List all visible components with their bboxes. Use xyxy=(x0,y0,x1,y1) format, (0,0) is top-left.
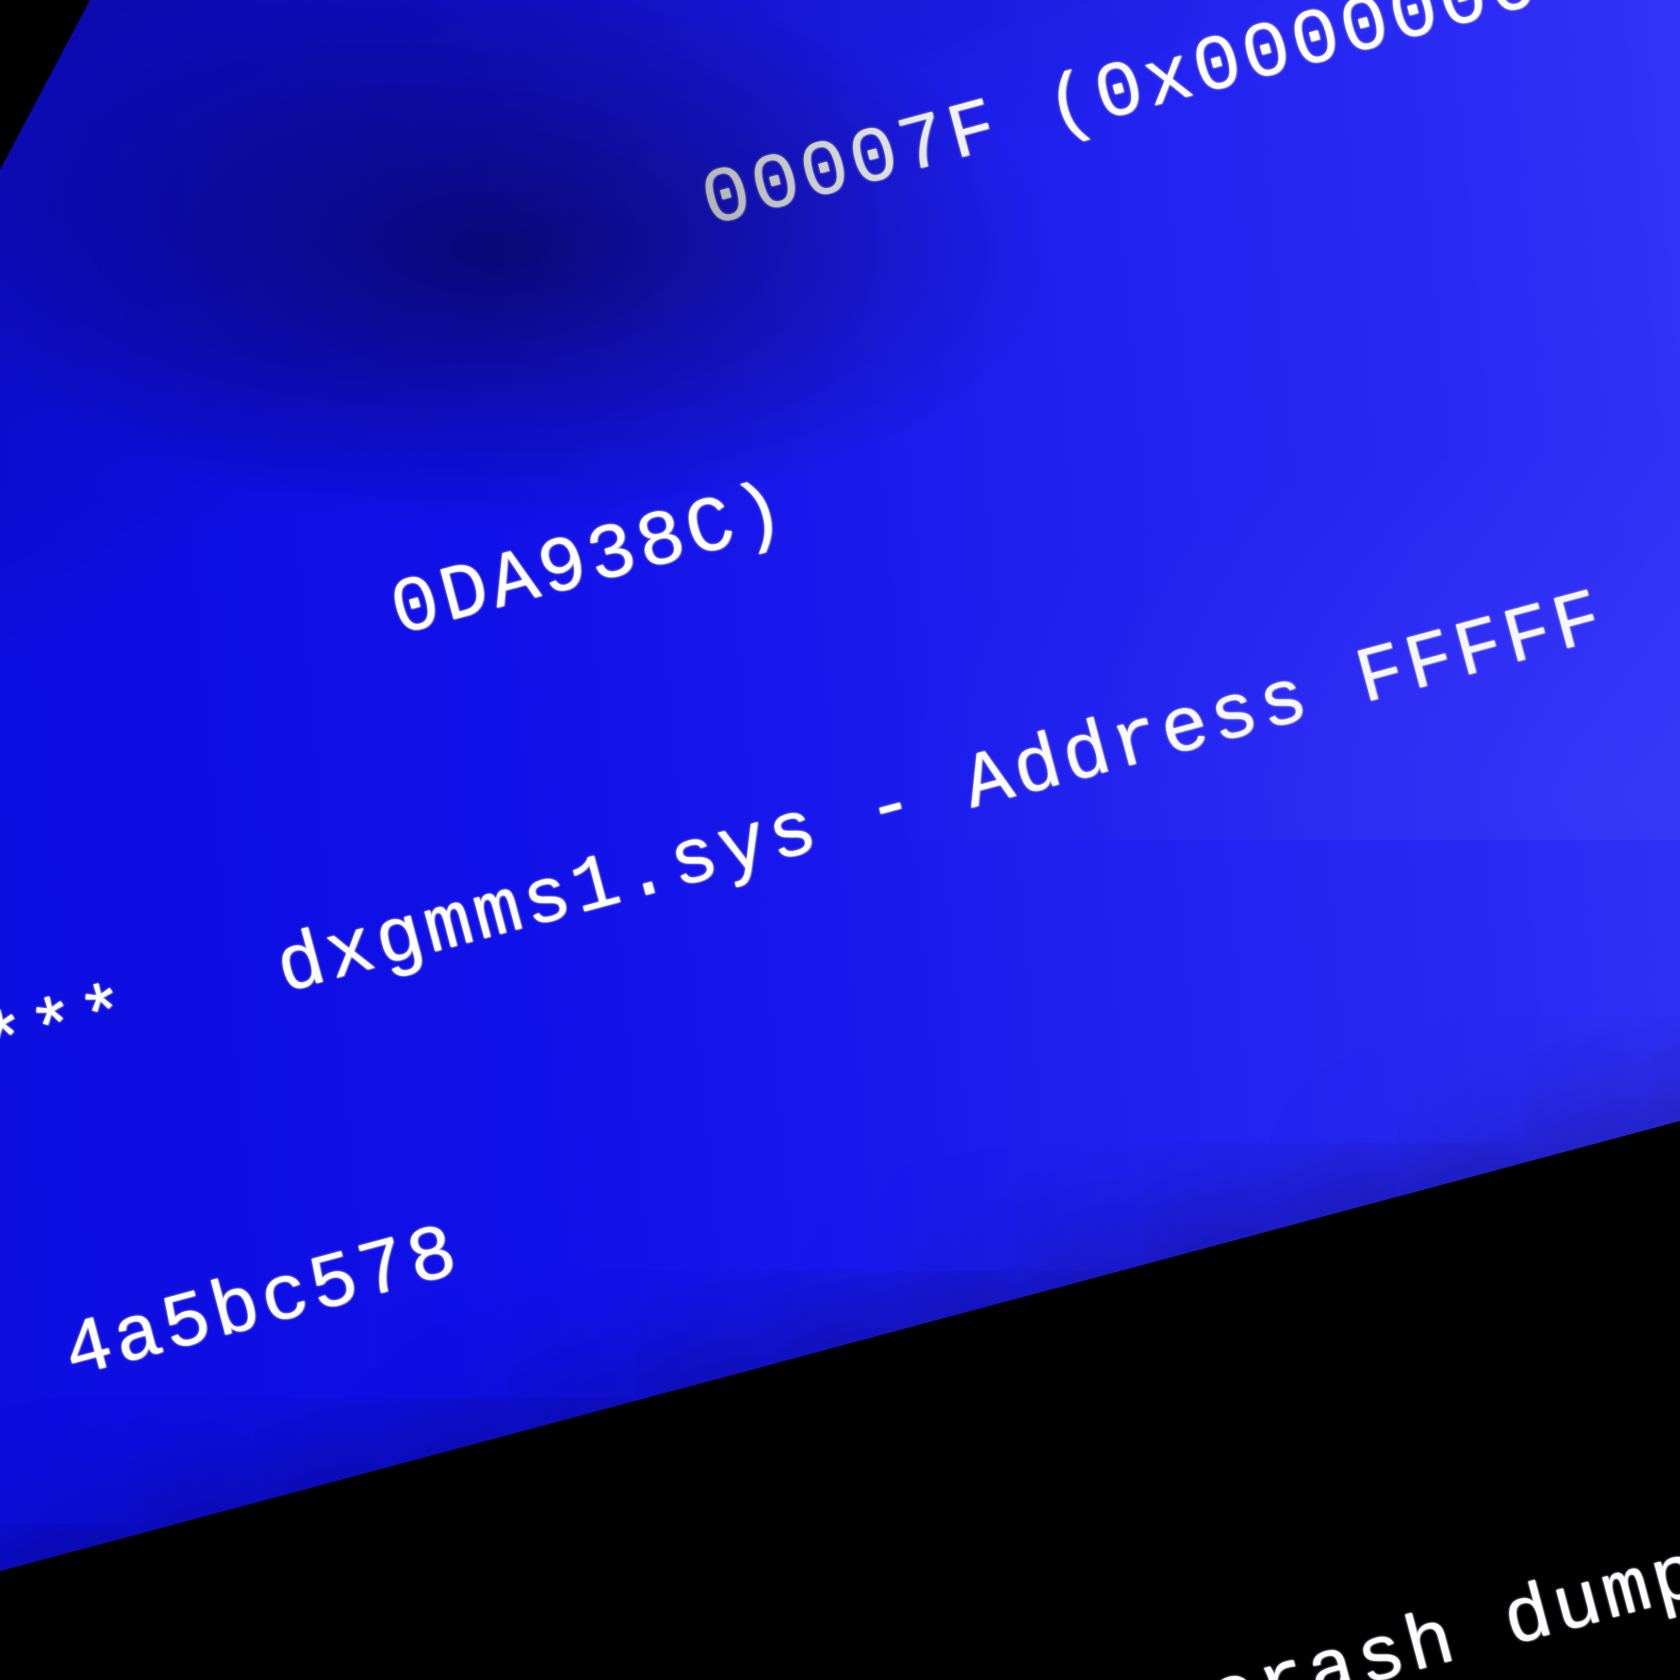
bsod-text: 00007F (0x0000000 0DA938C) *** dxgmms1.s… xyxy=(0,0,1680,1680)
dark-corner xyxy=(0,0,90,170)
bsod-screen: 00007F (0x0000000 0DA938C) *** dxgmms1.s… xyxy=(0,0,1680,1608)
